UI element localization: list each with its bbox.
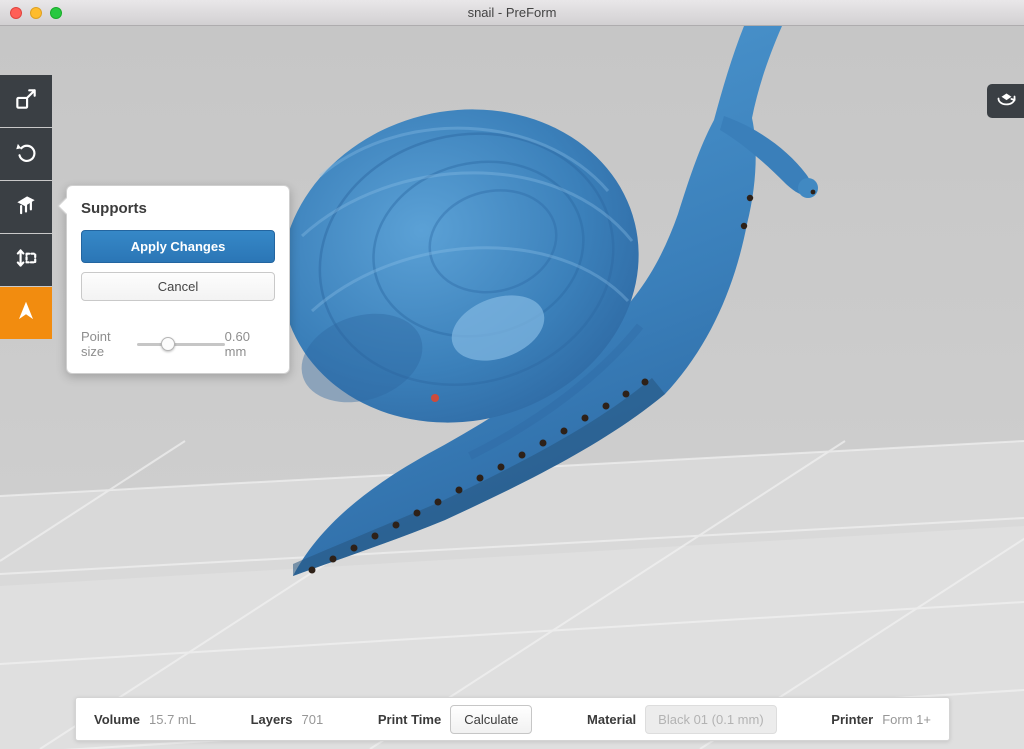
material-label: Material xyxy=(587,712,636,727)
app-window: snail - PreForm xyxy=(0,0,1024,749)
point-size-row: Point size 0.60 mm xyxy=(81,329,275,359)
tentacle-bulb xyxy=(798,178,818,198)
volume-segment: Volume 15.7 mL xyxy=(94,712,196,727)
print-icon xyxy=(13,298,39,329)
tentacle-tip-point xyxy=(811,190,816,195)
status-bar: Volume 15.7 mL Layers 701 Print Time Cal… xyxy=(75,697,950,741)
point-size-slider[interactable] xyxy=(137,336,225,352)
viewport-3d[interactable] xyxy=(0,26,1024,749)
apply-changes-button[interactable]: Apply Changes xyxy=(81,230,275,263)
panel-title: Supports xyxy=(81,200,275,217)
titlebar: snail - PreForm xyxy=(0,0,1024,26)
supports-icon xyxy=(13,192,39,223)
view-orbit-button[interactable] xyxy=(987,84,1024,118)
layers-segment: Layers 701 xyxy=(251,712,324,727)
scale-icon xyxy=(13,86,39,117)
orbit-view-icon xyxy=(994,87,1018,116)
printer-segment: Printer Form 1+ xyxy=(831,712,931,727)
point-size-label: Point size xyxy=(81,329,137,359)
printer-value: Form 1+ xyxy=(882,712,931,727)
printer-label: Printer xyxy=(831,712,873,727)
material-segment: Material Black 01 (0.1 mm) xyxy=(587,705,777,734)
volume-value: 15.7 mL xyxy=(149,712,196,727)
viewport-canvas[interactable] xyxy=(0,26,1024,749)
cancel-button[interactable]: Cancel xyxy=(81,272,275,301)
sidebar-item-orientation[interactable] xyxy=(0,128,52,180)
point-size-value: 0.60 mm xyxy=(225,329,275,359)
slider-track[interactable] xyxy=(137,343,225,346)
sidebar-item-size[interactable] xyxy=(0,75,52,127)
layers-value: 701 xyxy=(302,712,324,727)
sidebar-item-layout[interactable] xyxy=(0,234,52,286)
selected-support-point[interactable] xyxy=(431,394,439,402)
volume-label: Volume xyxy=(94,712,140,727)
slider-thumb[interactable] xyxy=(161,337,175,351)
supports-panel: Supports Apply Changes Cancel Point size… xyxy=(66,185,290,374)
orientation-icon xyxy=(13,139,39,170)
layout-icon xyxy=(13,245,39,276)
sidebar-item-print[interactable] xyxy=(0,287,52,339)
print-time-segment: Print Time Calculate xyxy=(378,705,533,734)
layers-label: Layers xyxy=(251,712,293,727)
window-title: snail - PreForm xyxy=(0,0,1024,26)
sidebar-item-supports[interactable] xyxy=(0,181,52,233)
print-time-label: Print Time xyxy=(378,712,441,727)
toolbar-left xyxy=(0,75,52,340)
material-select[interactable]: Black 01 (0.1 mm) xyxy=(645,705,776,734)
calculate-button[interactable]: Calculate xyxy=(450,705,532,734)
